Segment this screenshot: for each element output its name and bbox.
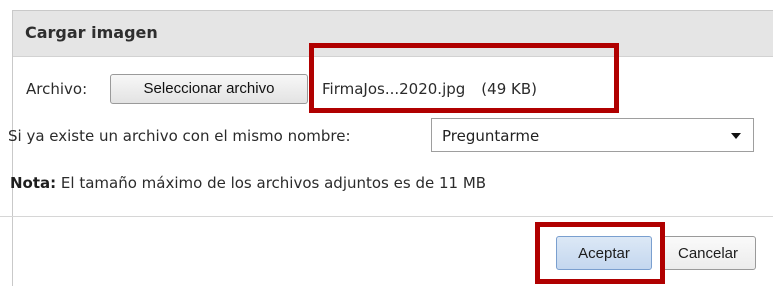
size-limit-note: Nota: El tamaño máximo de los archivos a… bbox=[10, 174, 486, 192]
selected-file-info: FirmaJos...2020.jpg (49 KB) bbox=[322, 80, 537, 98]
selected-file-name: FirmaJos...2020.jpg bbox=[322, 80, 466, 98]
footer-divider bbox=[0, 216, 773, 217]
existing-file-label: Si ya existe un archivo con el mismo nom… bbox=[8, 127, 351, 145]
file-label: Archivo: bbox=[26, 80, 88, 98]
note-label: Nota: bbox=[10, 174, 57, 192]
existing-file-select-value: Preguntarme bbox=[442, 127, 540, 145]
dialog-title: Cargar imagen bbox=[25, 23, 158, 42]
cancel-button[interactable]: Cancelar bbox=[660, 236, 756, 270]
selected-file-size: (49 KB) bbox=[481, 80, 537, 98]
accept-button[interactable]: Aceptar bbox=[556, 236, 652, 270]
note-text: El tamaño máximo de los archivos adjunto… bbox=[56, 174, 487, 192]
select-file-button[interactable]: Seleccionar archivo bbox=[110, 74, 308, 104]
chevron-down-icon bbox=[731, 133, 741, 139]
dialog-titlebar: Cargar imagen bbox=[13, 11, 773, 57]
existing-file-select[interactable]: Preguntarme bbox=[431, 118, 754, 152]
